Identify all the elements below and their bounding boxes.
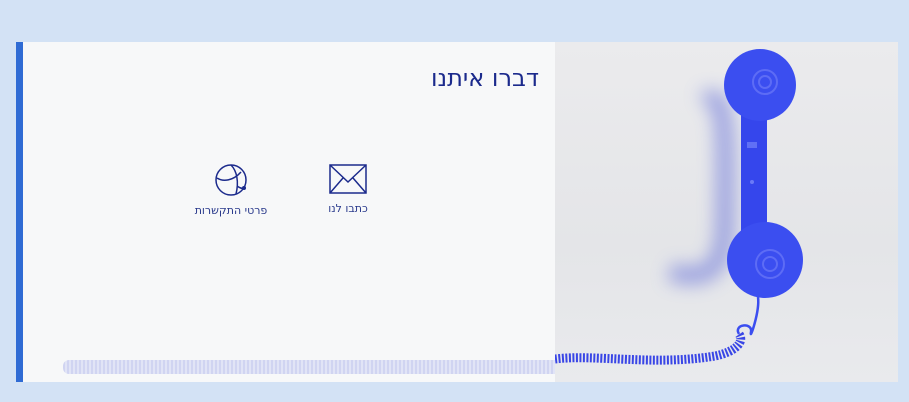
phone-photo [554, 42, 898, 382]
accent-bar [16, 42, 23, 382]
contact-panel: דברו איתנו כתבו לנו פרטי התקשרות [23, 42, 563, 382]
page-title: דברו איתנו [430, 64, 539, 92]
globe-icon [215, 164, 247, 196]
telephone-handset-image [554, 49, 803, 365]
envelope-icon [329, 164, 367, 194]
write-to-us-label: כתבו לנו [328, 202, 368, 215]
cord-overlay [63, 360, 563, 374]
write-to-us-button[interactable]: כתבו לנו [298, 162, 398, 215]
contact-card: דברו איתנו כתבו לנו פרטי התקשרות [16, 42, 898, 382]
contact-details-button[interactable]: פרטי התקשרות [181, 162, 281, 217]
contact-details-label: פרטי התקשרות [194, 204, 268, 217]
